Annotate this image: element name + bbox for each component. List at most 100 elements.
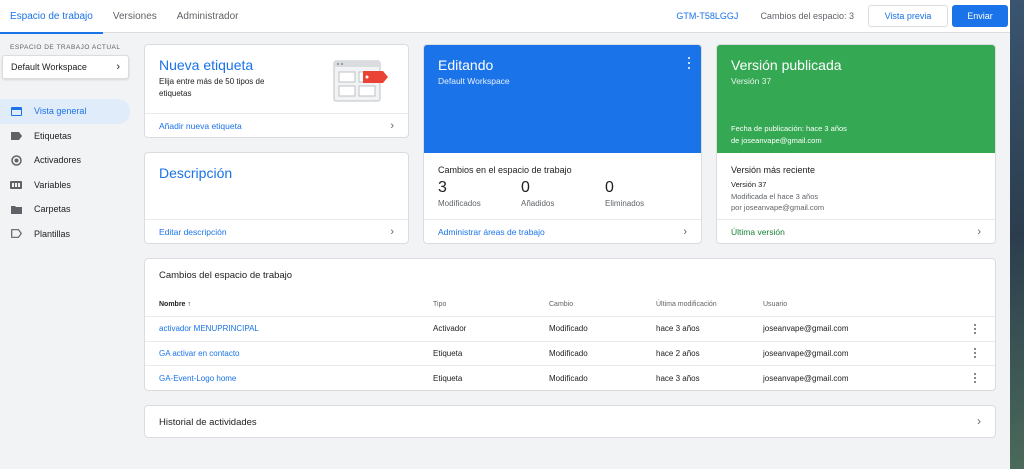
row-modified: hace 2 años [656,348,700,358]
stat-deleted-value: 0 [605,179,614,196]
editing-title: Editando [438,57,494,73]
overview-icon [10,105,22,117]
row-more-options-icon[interactable] [973,317,977,341]
row-change: Modificado [549,348,588,358]
stat-deleted-label: Eliminados [605,199,645,208]
current-workspace-label: ESPACIO DE TRABAJO ACTUAL [10,44,121,51]
published-version-card: Versión publicada Versión 37 Fecha de pu… [716,44,996,244]
tab-versions[interactable]: Versiones [103,0,167,33]
preview-button[interactable]: Vista previa [868,5,948,27]
table-row: GA-Event-Logo home Etiqueta Modificado h… [145,366,995,390]
changes-table: Nombre ↑ Tipo Cambio Última modificación… [145,293,995,390]
description-card: Descripción Editar descripción › [144,152,409,244]
sidebar-item-label: Carpetas [34,204,71,215]
sidebar-item-overview[interactable]: Vista general [0,99,130,124]
row-type: Etiqueta [433,373,463,383]
workspace-changes-count: Cambios del espacio: 3 [760,11,854,21]
sidebar-item-label: Etiquetas [34,130,72,141]
stat-deleted: 0 Eliminados [605,179,675,208]
more-options-icon[interactable] [687,57,691,69]
manage-workspaces-link[interactable]: Administrar áreas de trabajo › [424,219,701,243]
column-header-name[interactable]: Nombre ↑ [159,293,191,316]
top-actions: GTM-T58LGGJ Cambios del espacio: 3 Vista… [676,0,1010,33]
sidebar-item-folders[interactable]: Carpetas [0,197,130,222]
editing-card: Editando Default Workspace Cambios en el… [423,44,702,244]
new-tag-title[interactable]: Nueva etiqueta [159,57,253,73]
stat-modified-value: 3 [438,179,447,196]
sidebar-item-tags[interactable]: Etiquetas [0,124,130,149]
row-modified: hace 3 años [656,373,700,383]
container-id-link[interactable]: GTM-T58LGGJ [676,11,738,21]
chevron-right-icon: › [977,225,981,238]
row-more-options-icon[interactable] [973,366,977,390]
row-type: Etiqueta [433,348,463,358]
sort-arrow-up-icon[interactable]: ↑ [187,301,191,308]
column-header-type[interactable]: Tipo [433,293,446,316]
desktop-background-strip [1010,0,1024,469]
column-header-modified[interactable]: Última modificación [656,293,717,316]
editing-workspace-name: Default Workspace [438,76,510,86]
row-type: Activador [433,324,467,334]
chevron-right-icon: › [977,414,981,428]
trigger-icon [10,154,22,166]
folder-icon [10,203,22,215]
manage-workspaces-label: Administrar áreas de trabajo [438,226,545,237]
latest-version-user: por joseanvape@gmail.com [731,203,825,212]
row-name-link[interactable]: GA-Event-Logo home [159,366,236,390]
submit-button[interactable]: Enviar [952,5,1008,27]
latest-version-heading: Versión más reciente [731,165,816,175]
published-user-line: de joseanvape@gmail.com [731,136,822,145]
sidebar: ESPACIO DE TRABAJO ACTUAL Default Worksp… [0,33,138,469]
column-header-change[interactable]: Cambio [549,293,573,316]
sidebar-item-label: Vista general [34,106,87,117]
add-new-tag-label: Añadir nueva etiqueta [159,120,242,131]
row-more-options-icon[interactable] [973,342,977,366]
new-tag-card: Nueva etiqueta Elija entre más de 50 tip… [144,44,409,138]
row-user: joseanvape@gmail.com [763,348,849,358]
tab-workspace[interactable]: Espacio de trabajo [0,0,103,34]
sidebar-item-label: Plantillas [34,228,71,239]
chevron-right-icon: › [116,61,120,73]
workspace-selector[interactable]: Default Workspace › [2,55,129,79]
row-name-link[interactable]: activador MENUPRINCIPAL [159,317,259,341]
table-row: activador MENUPRINCIPAL Activador Modifi… [145,317,995,342]
latest-version-modified: Modificada el hace 3 años [731,191,819,201]
row-change: Modificado [549,324,588,334]
tab-admin[interactable]: Administrador [167,0,249,33]
top-navigation-bar: Espacio de trabajo Versiones Administrad… [0,0,1010,34]
published-date-line: Fecha de publicación: hace 3 años [731,124,847,133]
stat-modified-label: Modificados [438,199,481,208]
sidebar-item-label: Variables [34,179,71,190]
table-row: GA activar en contacto Etiqueta Modifica… [145,342,995,366]
published-title: Versión publicada [731,57,842,73]
sidebar-item-label: Activadores [34,155,82,166]
row-change: Modificado [549,373,588,383]
add-new-tag-link[interactable]: Añadir nueva etiqueta › [145,113,408,137]
column-header-user[interactable]: Usuario [763,293,787,316]
sidebar-item-triggers[interactable]: Activadores [0,148,130,173]
workspace-changes-heading: Cambios en el espacio de trabajo [438,165,572,175]
activity-history-title: Historial de actividades [159,417,257,428]
chevron-right-icon: › [390,225,394,238]
sidebar-item-templates[interactable]: Plantillas [0,222,130,247]
edit-description-link[interactable]: Editar descripción › [145,219,408,243]
published-version-number: Versión 37 [731,76,772,86]
row-name-link[interactable]: GA activar en contacto [159,342,240,366]
table-header-row: Nombre ↑ Tipo Cambio Última modificación… [145,293,995,317]
workspace-name: Default Workspace [11,62,87,72]
published-date: Fecha de publicación: hace 3 años de jos… [731,123,847,147]
sidebar-item-variables[interactable]: Variables [0,173,130,198]
new-tag-description: Elija entre más de 50 tipos de etiquetas [159,77,265,98]
activity-history-card[interactable]: Historial de actividades › [144,405,996,438]
chevron-right-icon: › [683,225,687,238]
stat-added-label: Añadidos [521,199,555,208]
tag-icon [10,130,22,142]
row-modified: hace 3 años [656,324,700,334]
description-title[interactable]: Descripción [159,165,232,181]
stat-modified: 3 Modificados [438,179,508,208]
latest-version-link[interactable]: Última versión › [717,219,995,243]
changes-table-title: Cambios del espacio de trabajo [159,270,293,281]
chevron-right-icon: › [390,119,394,132]
row-user: joseanvape@gmail.com [763,373,849,383]
latest-version-details: Versión 37 Modificada el hace 3 años por… [731,179,824,214]
